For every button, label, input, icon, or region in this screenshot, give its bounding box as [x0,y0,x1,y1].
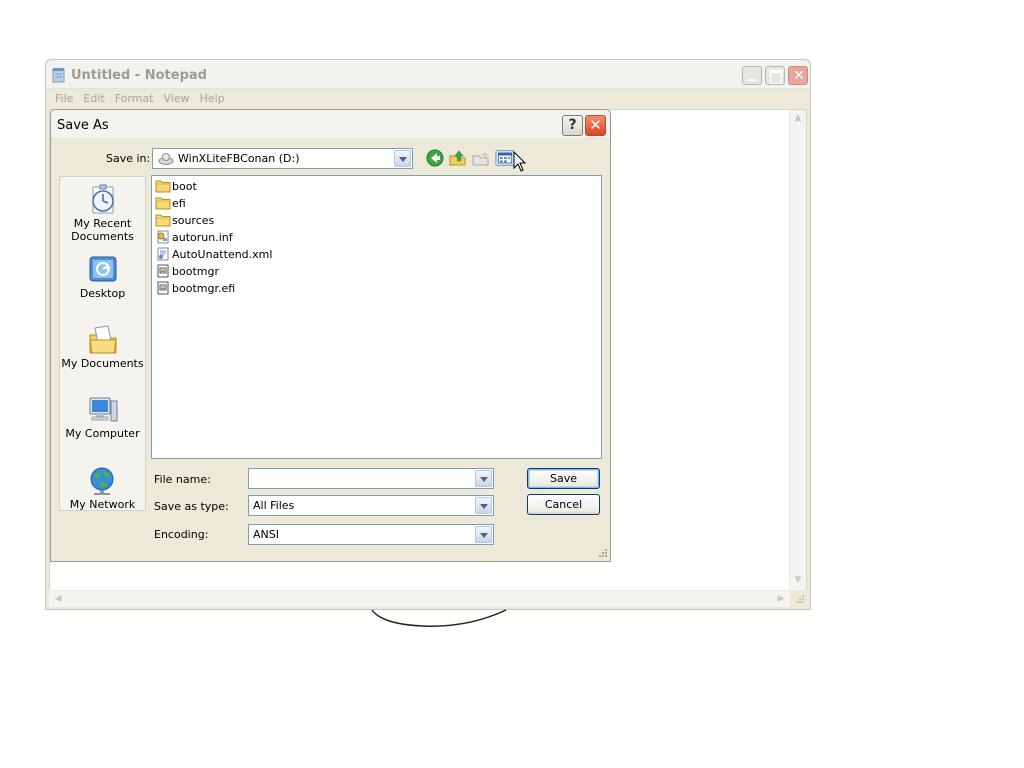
save-as-type-select[interactable]: All Files [248,495,494,516]
list-item[interactable]: bootmgr [155,263,219,279]
dialog-title: Save As [57,118,109,133]
place-label: My Computer [65,427,140,440]
notepad-icon [52,68,65,83]
save-in-combobox[interactable]: WinXLiteFBConan (D:) [152,148,413,169]
encoding-label: Encoding: [154,528,209,541]
mouse-pointer-icon [513,151,527,172]
notepad-title-bar[interactable]: Untitled - Notepad ✕ [46,60,810,89]
vertical-scrollbar[interactable]: ▲ ▼ [789,110,806,591]
list-item[interactable]: autorun.inf [155,229,233,245]
place-label: Desktop [79,287,126,300]
help-button[interactable]: ? [562,115,583,136]
folder-icon [155,180,171,193]
chevron-down-icon[interactable] [394,150,411,167]
system-file-icon [157,281,169,295]
scroll-up-arrow-icon[interactable]: ▲ [790,110,806,126]
place-label: My Recent Documents [71,217,134,243]
place-my-network[interactable]: My Network [60,464,145,511]
file-name: AutoUnattend.xml [172,247,273,261]
create-new-folder-icon[interactable] [471,148,491,168]
place-my-documents[interactable]: My Documents [60,323,145,370]
save-button[interactable]: Save [527,468,600,489]
place-my-recent-documents[interactable]: My Recent Documents [60,183,145,243]
resize-grip-icon [796,595,804,603]
close-icon: ✕ [793,68,805,84]
menu-format[interactable]: Format [110,89,159,108]
list-item[interactable]: AutoUnattend.xml [155,246,272,262]
resize-grip-icon[interactable] [596,548,608,560]
scroll-left-arrow-icon[interactable]: ◀ [50,591,66,607]
save-as-type-value: All Files [253,499,295,512]
my-documents-icon [88,325,117,354]
chevron-down-icon[interactable] [475,526,492,543]
menu-file[interactable]: File [50,89,78,108]
file-name: sources [172,213,215,227]
chevron-down-icon[interactable] [475,470,492,487]
file-name: boot [172,179,197,193]
desktop-icon [89,256,116,282]
file-name: autorun.inf [172,230,233,244]
folder-icon [155,214,171,227]
dialog-close-button[interactable]: ✕ [585,115,606,136]
xml-file-icon [157,247,169,261]
settings-file-icon [157,230,169,244]
chevron-down-icon[interactable] [475,497,492,514]
place-label: My Network [69,498,136,511]
list-item[interactable]: sources [155,212,214,228]
close-icon: ✕ [589,116,602,134]
scribble-stroke [371,609,507,627]
notepad-close-button[interactable]: ✕ [788,66,808,85]
up-one-level-icon[interactable] [448,148,468,168]
minimize-button[interactable] [742,66,762,85]
file-name-label: File name: [154,473,211,486]
file-name-input[interactable] [250,470,475,487]
size-grip[interactable] [791,590,807,607]
recent-documents-icon [91,184,114,214]
file-name: bootmgr.efi [172,281,236,295]
places-bar: My Recent Documents Desktop My Documents [59,176,146,511]
folder-icon [155,197,171,210]
place-label: My Documents [61,357,144,370]
file-name: bootmgr [172,264,219,278]
scroll-down-arrow-icon[interactable]: ▼ [790,572,806,588]
file-name-combobox[interactable] [248,468,494,489]
place-desktop[interactable]: Desktop [60,253,145,300]
save-in-label: Save in: [106,152,151,165]
notepad-menubar: File Edit Format View Help [50,89,230,108]
list-item[interactable]: boot [155,178,197,194]
scroll-right-arrow-icon[interactable]: ▶ [773,591,789,607]
place-my-computer[interactable]: My Computer [60,393,145,440]
view-menu-icon[interactable] [495,148,515,168]
dialog-body: Save in: WinXLiteFBConan (D:) My Recent … [51,140,610,562]
encoding-value: ANSI [253,528,279,541]
dialog-title-bar[interactable]: Save As ? ✕ [51,110,610,139]
save-in-value: WinXLiteFBConan (D:) [178,152,300,165]
menu-view[interactable]: View [159,89,195,108]
file-name: efi [172,196,186,210]
encoding-select[interactable]: ANSI [248,524,494,545]
save-as-dialog: Save As ? ✕ Save in: WinXLiteFBConan (D:… [50,109,611,562]
system-file-icon [157,264,169,278]
maximize-button[interactable] [765,66,785,85]
menu-help[interactable]: Help [195,89,230,108]
list-item[interactable]: efi [155,195,186,211]
back-icon[interactable] [425,148,445,168]
notepad-title: Untitled - Notepad [71,68,207,83]
menu-edit[interactable]: Edit [78,89,109,108]
horizontal-scrollbar[interactable]: ◀ ▶ [49,590,790,607]
cancel-button[interactable]: Cancel [527,494,600,515]
drive-icon [158,153,174,165]
my-computer-icon [89,397,117,422]
save-as-type-label: Save as type: [154,500,229,513]
list-item[interactable]: bootmgr.efi [155,280,235,296]
my-network-icon [90,467,113,495]
file-list[interactable]: boot efi sources autorun.inf AutoUnatten… [151,175,602,459]
